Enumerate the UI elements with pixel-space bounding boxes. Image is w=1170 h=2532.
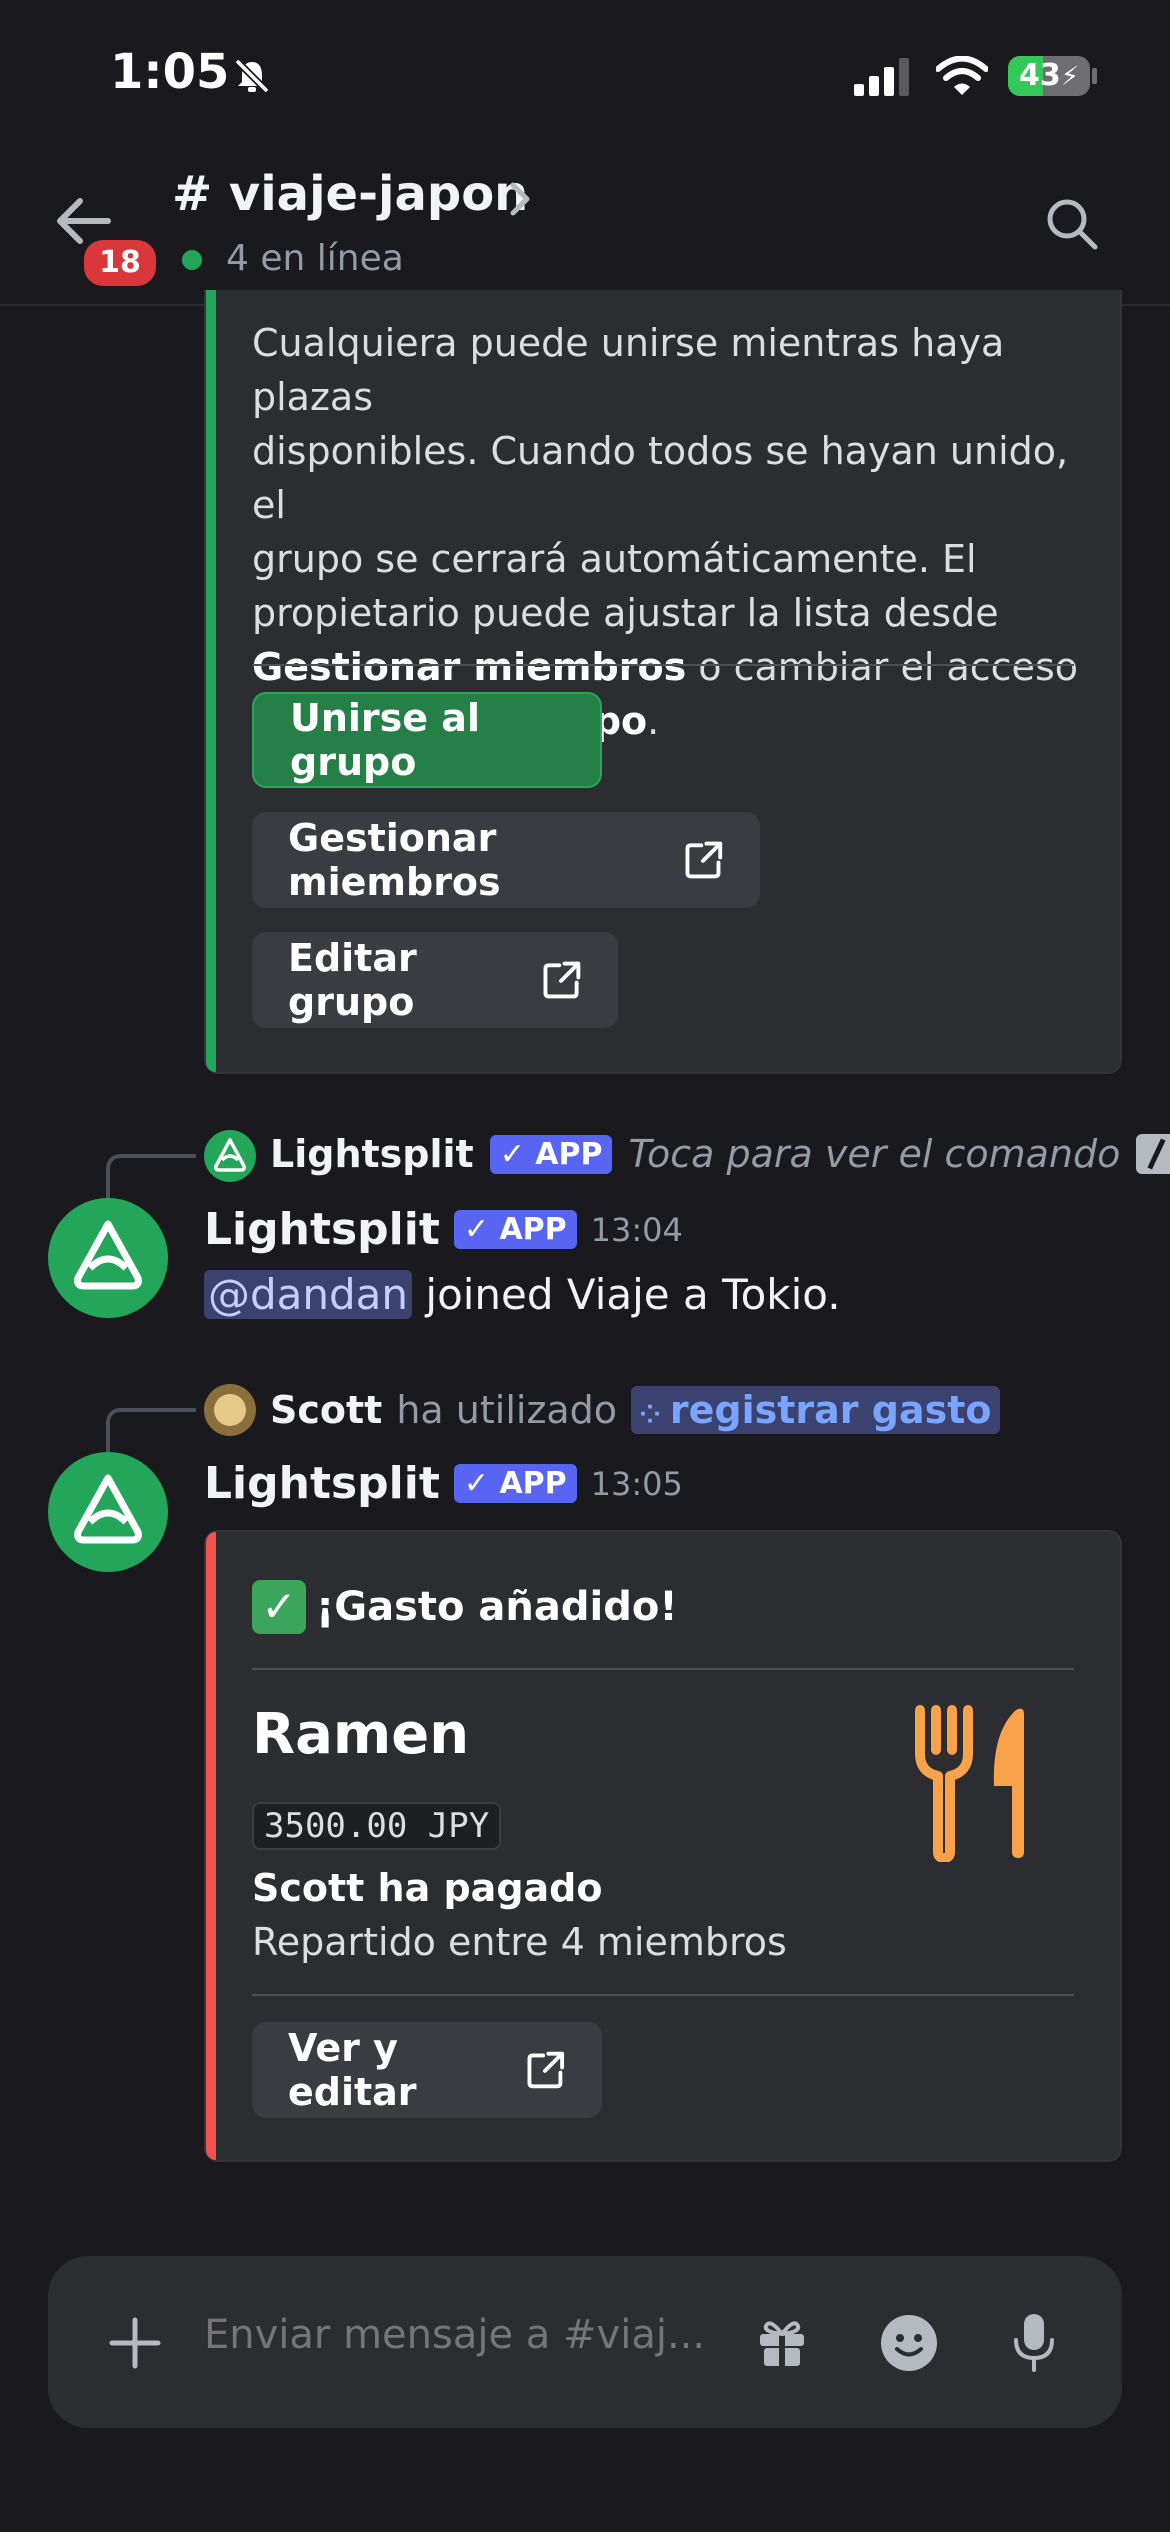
avatar[interactable] [48,1452,168,1572]
wifi-icon [936,56,988,95]
message-header: Lightsplit ✓ APP 13:04 [204,1204,683,1255]
reply-preview[interactable]: Scott ha utilizado ⁘ registrar gasto [270,1386,1000,1434]
avatar[interactable] [48,1198,168,1318]
user-mention[interactable]: @dandan [204,1270,413,1319]
reply-connector [106,1154,196,1198]
battery-cap [1092,68,1097,84]
embed-divider [252,664,1074,666]
unread-badge: 18 [80,236,160,290]
online-dot [182,250,202,270]
app-command-icon: ⁘ [639,1400,670,1430]
message-content: @dandan joined Viaje a Tokio. [204,1270,841,1319]
gift-icon[interactable] [756,2316,808,2368]
embed-divider [252,1994,1074,1996]
expense-split: Repartido entre 4 miembros [252,1920,787,1964]
chevron-right-icon[interactable] [508,180,532,218]
avatar-image [214,1394,246,1426]
app-tag: ✓ APP [453,1210,577,1249]
reply-author: Lightsplit [270,1132,474,1176]
search-icon[interactable] [1044,196,1100,252]
embed-accent-bar [206,290,216,1072]
battery-percent: 43⚡ [1018,58,1079,93]
battery-indicator: 43⚡ [1008,56,1090,96]
embed-divider [252,1668,1074,1670]
fork-and-knife-icon [915,1705,1024,1862]
reply-hint: Toca para ver el comando [628,1132,1121,1176]
reply-used-text: ha utilizado [396,1388,618,1432]
emoji-icon[interactable] [880,2314,938,2372]
message-timestamp: 13:04 [590,1210,683,1249]
group-description: Cualquiera puede unirse mientras haya pl… [252,321,1078,743]
message-timestamp: 13:05 [590,1464,683,1503]
expense-title: ¡Gasto añadido! [316,1584,678,1630]
message-author[interactable]: Lightsplit [204,1204,440,1255]
lightsplit-logo-icon [214,1138,246,1172]
message-author[interactable]: Lightsplit [204,1458,440,1509]
plus-icon[interactable] [108,2316,162,2370]
reply-avatar[interactable] [204,1384,256,1436]
lightsplit-logo-icon [74,1474,142,1544]
lightsplit-logo-icon [74,1220,142,1290]
message-header: Lightsplit ✓ APP 13:05 [204,1458,683,1509]
edit-group-button[interactable]: Editar grupo [252,932,618,1028]
view-edit-button[interactable]: Ver y editar [252,2022,602,2118]
expense-payer: Scott ha pagado [252,1866,603,1910]
message-input[interactable] [204,2312,704,2358]
channel-title[interactable]: # viaje-japon [172,166,528,222]
join-group-button[interactable]: Unirse al grupo [252,692,602,788]
slash-command-icon [1136,1134,1170,1174]
reply-avatar[interactable] [204,1130,256,1182]
embed-title: ✓ ¡Gasto añadido! [252,1580,678,1634]
external-link-icon [543,961,581,999]
manage-members-button[interactable]: Gestionar miembros [252,812,760,908]
status-time: 1:05 [110,44,230,100]
online-count: 4 en línea [226,238,404,279]
silent-bell-icon [233,57,271,95]
check-mark-icon: ✓ [252,1580,306,1634]
app-tag: ✓ APP [453,1464,577,1503]
reply-preview[interactable]: Lightsplit ✓ APP Toca para ver el comand… [270,1132,1170,1176]
embed-accent-bar [206,1532,216,2160]
reply-author: Scott [270,1388,383,1432]
command-pill[interactable]: ⁘ registrar gasto [631,1386,1000,1434]
app-tag: ✓ APP [489,1134,613,1174]
cellular-signal-icon [854,58,909,96]
microphone-icon[interactable] [1012,2312,1056,2374]
external-link-icon [685,841,723,879]
external-link-icon [527,2051,565,2089]
expense-amount: 3500.00 JPY [252,1802,502,1850]
expense-item: Ramen [252,1702,470,1767]
reply-connector [106,1408,196,1452]
